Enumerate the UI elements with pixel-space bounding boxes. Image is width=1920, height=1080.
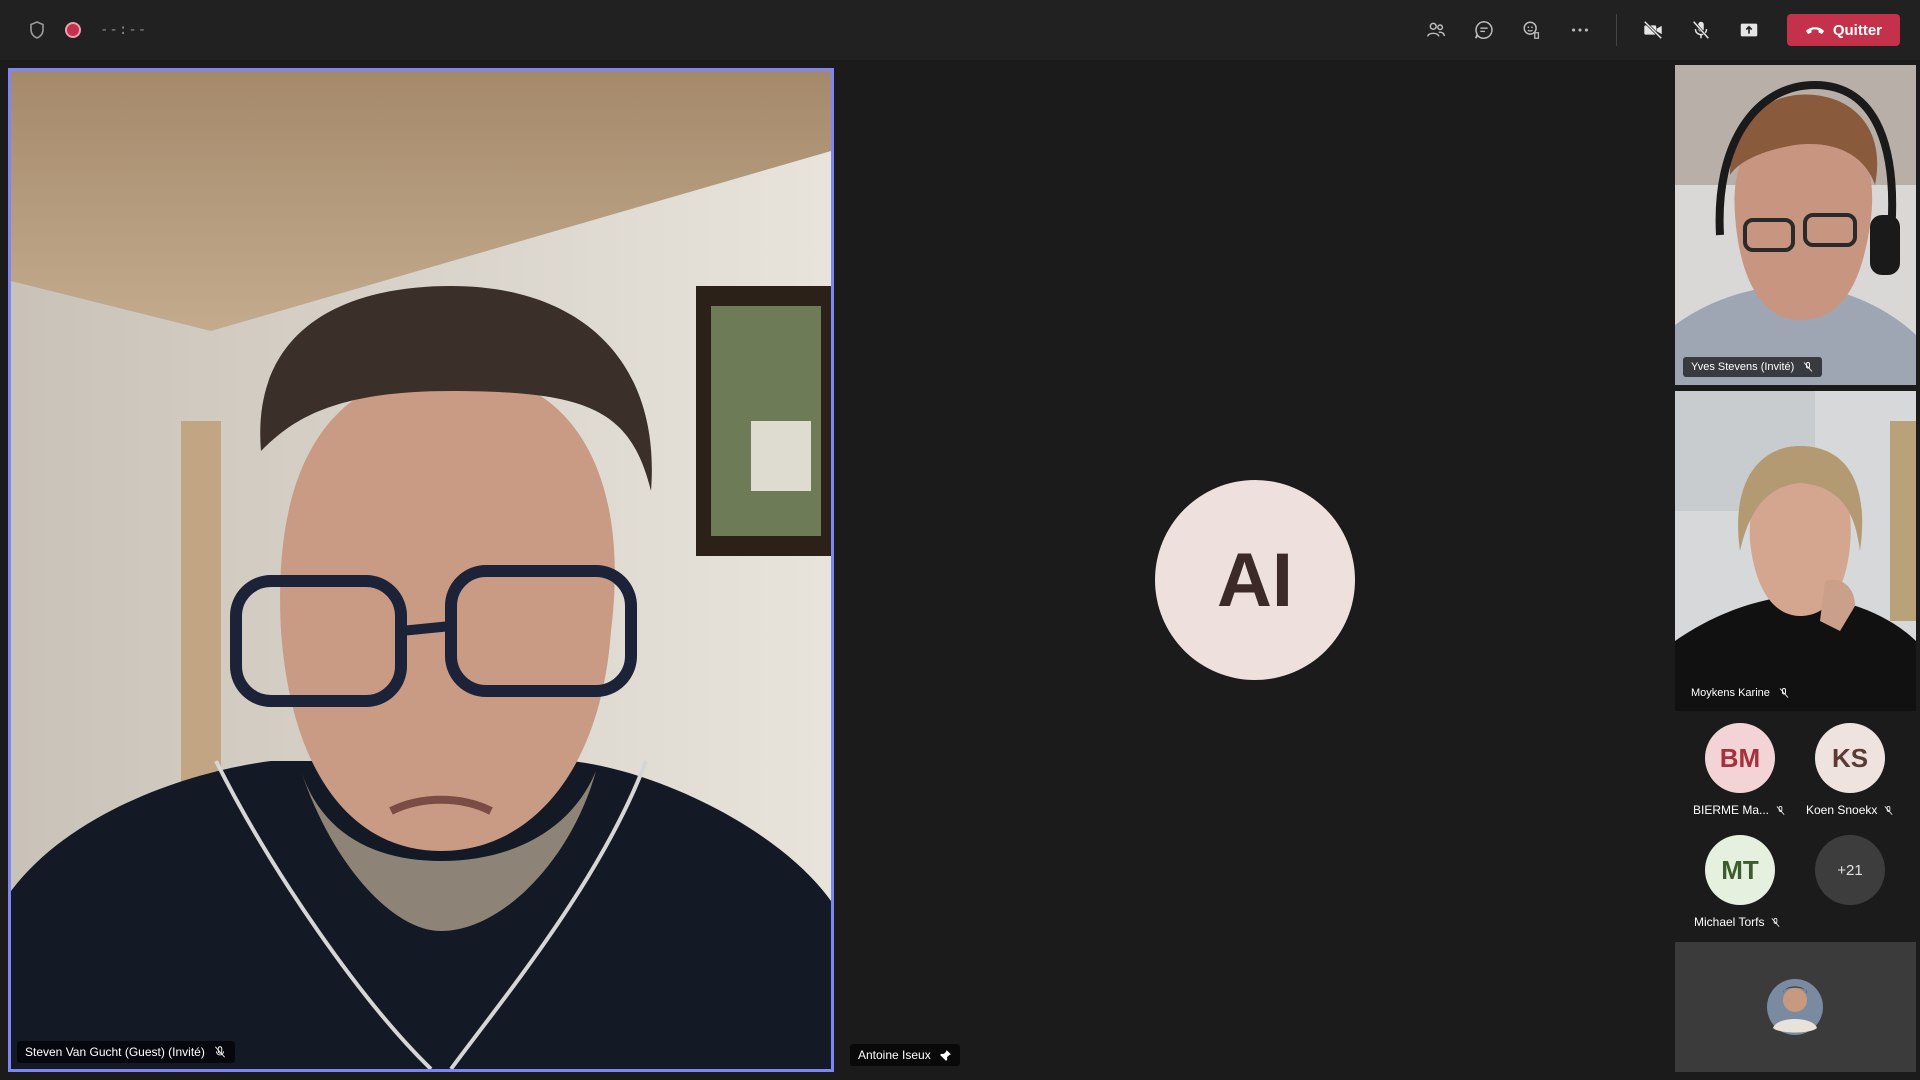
mic-off-icon: [214, 1046, 225, 1058]
leave-button[interactable]: Quitter: [1786, 14, 1900, 46]
self-view-tile[interactable]: [1675, 942, 1916, 1072]
participant-video: [11, 71, 831, 1069]
mic-off-icon: [1776, 805, 1785, 815]
camera-off-icon: [1643, 20, 1663, 40]
reactions-icon: [1523, 21, 1539, 39]
share-icon: [1740, 23, 1758, 37]
more-participants-button[interactable]: +21: [1815, 835, 1885, 905]
participant-name: Steven Van Gucht (Guest) (Invité): [25, 1045, 205, 1059]
participant-video-tile[interactable]: Yves Stevens (Invité): [1675, 65, 1916, 385]
participant-label: Michael Torfs: [1694, 915, 1781, 929]
participant-name: Moykens Karine: [1691, 687, 1770, 699]
hangup-icon: [1805, 27, 1824, 34]
mic-off-icon: [1884, 805, 1893, 815]
toolbar-divider: [1615, 14, 1617, 46]
chat-button[interactable]: [1460, 10, 1508, 50]
participant-name-tag: Yves Stevens (Invité): [1683, 357, 1823, 377]
participant-video: [1675, 391, 1916, 711]
meeting-stage: Steven Van Gucht (Guest) (Invité) AI Ant…: [0, 60, 1920, 1080]
participant-name: Koen Snoekx: [1806, 803, 1878, 817]
focused-participant-tile[interactable]: AI Antoine Iseux: [844, 68, 1668, 1072]
participant-avatar[interactable]: MT: [1705, 835, 1775, 905]
meeting-toolbar: --:-- Quitter: [0, 0, 1920, 60]
people-icon: [1426, 22, 1445, 37]
participant-name: BIERME Ma...: [1693, 803, 1770, 817]
people-button[interactable]: [1412, 10, 1460, 50]
chat-icon: [1474, 21, 1493, 39]
mic-off-icon: [1692, 20, 1710, 40]
meeting-status: --:--: [0, 21, 147, 39]
shield-icon[interactable]: [28, 21, 46, 39]
meeting-controls: Quitter: [1412, 0, 1900, 60]
recording-icon: [64, 21, 82, 39]
mic-off-icon: [1779, 688, 1789, 698]
participant-avatar: AI: [1155, 480, 1355, 680]
participant-avatar[interactable]: BM: [1705, 723, 1775, 793]
participant-name: Michael Torfs: [1694, 915, 1765, 929]
participant-name-tag: Antoine Iseux: [850, 1044, 960, 1066]
self-avatar: [1767, 979, 1823, 1035]
participant-name-tag: Steven Van Gucht (Guest) (Invité): [17, 1041, 235, 1063]
participant-name: Yves Stevens (Invité): [1691, 361, 1795, 373]
participant-label: Koen Snoekx: [1806, 803, 1894, 817]
pin-icon[interactable]: [939, 1049, 952, 1062]
share-button[interactable]: [1725, 10, 1773, 50]
reactions-button[interactable]: [1508, 10, 1556, 50]
more-options-button[interactable]: [1556, 10, 1604, 50]
more-icon: [1571, 28, 1588, 32]
mic-off-icon: [1772, 917, 1780, 927]
participant-label: BIERME Ma...: [1693, 803, 1786, 817]
participant-video: [1675, 65, 1916, 385]
camera-toggle-button[interactable]: [1629, 10, 1677, 50]
leave-label: Quitter: [1832, 21, 1882, 39]
participant-avatar[interactable]: KS: [1815, 723, 1885, 793]
participant-name-tag: Moykens Karine: [1683, 683, 1798, 703]
participant-video-tile[interactable]: Moykens Karine: [1675, 391, 1916, 711]
participant-name: Antoine Iseux: [858, 1048, 931, 1062]
meeting-timer: --:--: [100, 22, 148, 38]
active-speaker-tile[interactable]: Steven Van Gucht (Guest) (Invité): [8, 68, 834, 1072]
mic-toggle-button[interactable]: [1677, 10, 1725, 50]
mic-off-icon: [1803, 362, 1813, 372]
